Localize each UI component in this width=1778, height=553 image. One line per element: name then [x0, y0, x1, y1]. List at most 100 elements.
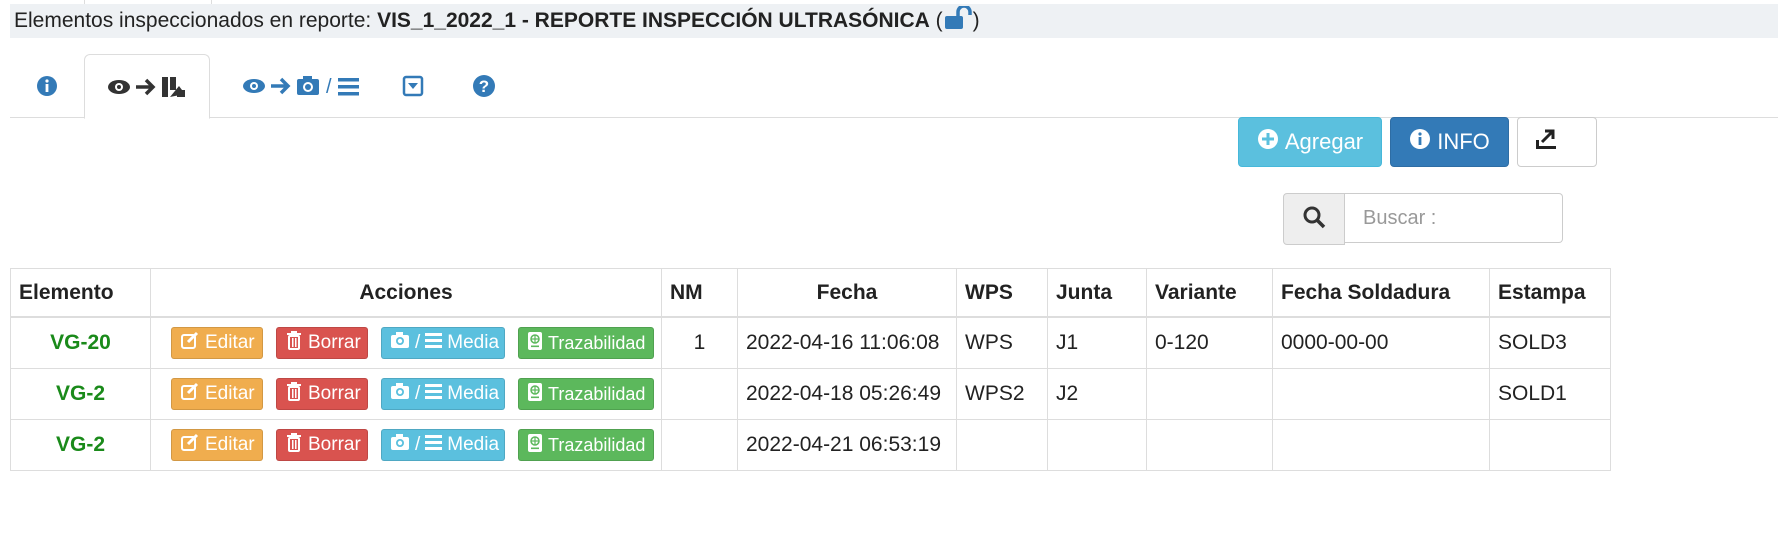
- unlock-icon[interactable]: [943, 4, 973, 41]
- export-button[interactable]: [1517, 117, 1597, 167]
- actions-cell: Editar Borrar / Media Trazabilidad: [150, 368, 662, 420]
- variant-cell: [1146, 368, 1273, 420]
- edit-icon: [180, 381, 200, 407]
- element-cell: VG-20: [10, 316, 151, 369]
- tab-help[interactable]: ?: [450, 54, 518, 117]
- camera-icon: [390, 382, 410, 406]
- info-button[interactable]: INFO: [1390, 117, 1509, 167]
- media-separator: /: [415, 383, 421, 404]
- weld-date-cell: [1272, 368, 1490, 420]
- nm-cell: [661, 419, 738, 471]
- media-label: Media: [447, 434, 500, 455]
- joint-cell: J2: [1047, 368, 1147, 420]
- weld-date-cell: 0000-00-00: [1272, 316, 1490, 369]
- edit-label: Editar: [205, 332, 255, 353]
- list-icon: [425, 332, 443, 354]
- delete-button[interactable]: Borrar: [276, 378, 368, 410]
- joint-cell: J1: [1047, 316, 1147, 369]
- tab-dropdown[interactable]: [376, 54, 450, 117]
- traceability-button[interactable]: Trazabilidad: [518, 378, 655, 410]
- column-header[interactable]: Fecha Soldadura: [1272, 268, 1490, 318]
- eye-arrow-elements-icon: [107, 74, 187, 100]
- actions-cell: Editar Borrar / Media Trazabilidad: [150, 419, 662, 471]
- table-row: VG-2 Editar Borrar / Media Trazabilidad …: [10, 419, 1611, 471]
- nm-cell: [661, 368, 738, 420]
- tab-view-to-media[interactable]: /: [226, 54, 376, 117]
- delete-label: Borrar: [308, 332, 361, 353]
- traceability-label: Trazabilidad: [548, 434, 646, 455]
- table-header-row: Elemento Acciones NM Fecha WPS Junta Var…: [10, 268, 1611, 318]
- edit-button[interactable]: Editar: [171, 327, 263, 359]
- column-header[interactable]: Acciones: [150, 268, 662, 318]
- question-circle-icon: ?: [472, 74, 496, 98]
- date-cell: 2022-04-21 06:53:19: [737, 419, 957, 471]
- search-input[interactable]: [1345, 193, 1563, 243]
- svg-text:/: /: [326, 76, 332, 98]
- media-button[interactable]: / Media: [381, 378, 505, 410]
- delete-button[interactable]: Borrar: [276, 327, 368, 359]
- column-header[interactable]: WPS: [956, 268, 1048, 318]
- tab-view-to-elements[interactable]: [84, 54, 210, 119]
- traceability-button[interactable]: Trazabilidad: [518, 327, 655, 359]
- info-button-label: INFO: [1437, 129, 1490, 154]
- search-group: [1283, 193, 1563, 245]
- passport-icon: [527, 382, 543, 407]
- export-icon: [1534, 127, 1558, 157]
- tab-info[interactable]: [10, 54, 84, 117]
- column-header[interactable]: NM: [661, 268, 738, 318]
- report-title-prefix: Elementos inspeccionados en reporte:: [14, 9, 378, 32]
- list-icon: [425, 434, 443, 456]
- edit-icon: [180, 432, 200, 458]
- joint-cell: [1047, 419, 1147, 471]
- trash-icon: [285, 330, 303, 356]
- traceability-label: Trazabilidad: [548, 383, 646, 404]
- element-cell: VG-2: [10, 368, 151, 420]
- element-cell: VG-2: [10, 419, 151, 471]
- column-header[interactable]: Elemento: [10, 268, 151, 318]
- info-circle-icon: [1409, 128, 1431, 156]
- delete-label: Borrar: [308, 434, 361, 455]
- media-separator: /: [415, 434, 421, 455]
- column-header[interactable]: Fecha: [737, 268, 957, 318]
- edit-button[interactable]: Editar: [171, 429, 263, 461]
- edit-icon: [180, 330, 200, 356]
- elements-table: Elemento Acciones NM Fecha WPS Junta Var…: [10, 268, 1611, 471]
- search-icon: [1302, 205, 1326, 234]
- traceability-button[interactable]: Trazabilidad: [518, 429, 655, 461]
- edit-label: Editar: [205, 434, 255, 455]
- table-row: VG-20 Editar Borrar / Media Trazabilidad…: [10, 316, 1611, 369]
- passport-icon: [527, 331, 543, 356]
- column-header[interactable]: Junta: [1047, 268, 1147, 318]
- trash-icon: [285, 381, 303, 407]
- column-header[interactable]: Variante: [1146, 268, 1273, 318]
- media-separator: /: [415, 332, 421, 353]
- table-row: VG-2 Editar Borrar / Media Trazabilidad …: [10, 368, 1611, 420]
- media-button[interactable]: / Media: [381, 429, 505, 461]
- column-header[interactable]: Estampa: [1489, 268, 1611, 318]
- camera-icon: [390, 331, 410, 355]
- trash-icon: [285, 432, 303, 458]
- report-title-bar: Elementos inspeccionados en reporte: VIS…: [10, 4, 1778, 38]
- delete-button[interactable]: Borrar: [276, 429, 368, 461]
- date-cell: 2022-04-16 11:06:08: [737, 316, 957, 369]
- camera-icon: [390, 433, 410, 457]
- date-cell: 2022-04-18 05:26:49: [737, 368, 957, 420]
- caret-square-down-icon: [402, 75, 424, 97]
- info-circle-icon: [36, 75, 58, 97]
- report-name: VIS_1_2022_1 - REPORTE INSPECCIÓN ULTRAS…: [377, 9, 930, 32]
- list-icon: [425, 383, 443, 405]
- stamp-cell: SOLD1: [1489, 368, 1611, 420]
- stamp-cell: [1489, 419, 1611, 471]
- open-paren: (: [935, 9, 943, 32]
- search-addon: [1283, 193, 1345, 245]
- media-label: Media: [447, 332, 500, 353]
- weld-date-cell: [1272, 419, 1490, 471]
- passport-icon: [527, 433, 543, 458]
- media-button[interactable]: / Media: [381, 327, 505, 359]
- svg-text:?: ?: [479, 77, 489, 96]
- plus-circle-icon: [1257, 128, 1279, 156]
- add-button[interactable]: Agregar: [1238, 117, 1382, 167]
- wps-cell: WPS2: [956, 368, 1048, 420]
- actions-cell: Editar Borrar / Media Trazabilidad: [150, 316, 662, 369]
- edit-button[interactable]: Editar: [171, 378, 263, 410]
